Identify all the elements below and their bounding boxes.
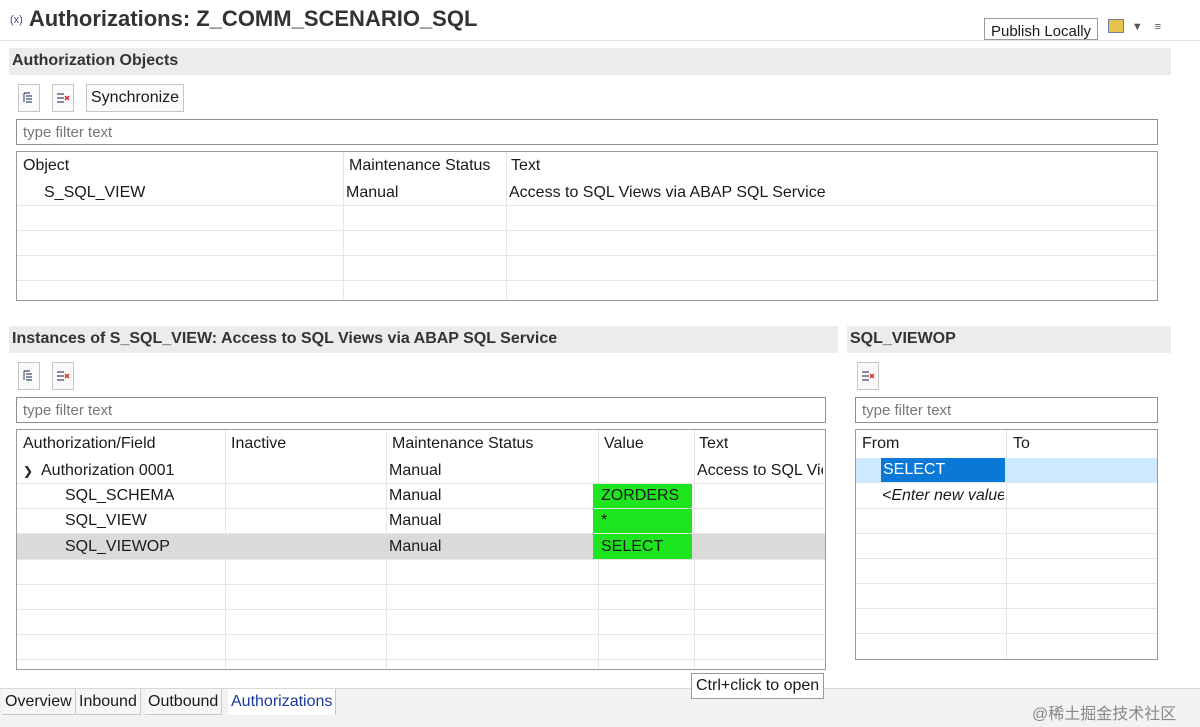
instances-table: Authorization/Field Inactive Maintenance… [16,429,826,670]
table-row[interactable] [856,609,1157,634]
col-header-text[interactable]: Text [511,152,540,180]
status-cell: Manual [389,537,442,555]
table-row[interactable]: SQL_VIEW Manual * [17,509,825,534]
remove-button[interactable] [52,362,74,390]
watermark: @稀土掘金技术社区 [1032,706,1177,723]
text-cell: Access to SQL Views via ABAP SQL Service [509,183,826,201]
table-row[interactable] [17,206,1157,231]
table-row[interactable] [856,509,1157,534]
table-row[interactable] [17,256,1157,281]
table-row[interactable]: ❯ Authorization 0001 Manual Access to SQL… [17,458,825,484]
col-header-value[interactable]: Value [604,430,644,458]
col-header-text[interactable]: Text [699,430,728,458]
table-row[interactable] [17,560,825,585]
table-row[interactable]: <Enter new value [856,483,1157,509]
table-row[interactable] [17,585,825,610]
col-header-from[interactable]: From [862,430,899,458]
synchronize-button[interactable]: Synchronize [86,84,185,112]
settings-icon[interactable] [1108,19,1124,34]
editor-toolbar-icons: ▼ ≡ [1108,17,1161,34]
remove-icon [57,93,70,103]
chevron-down-icon[interactable]: ❯ [23,464,33,478]
table-row[interactable]: S_SQL_VIEW Manual Access to SQL Views vi… [17,180,1157,206]
value-cell[interactable]: * [593,509,692,533]
status-cell: Manual [346,183,399,201]
text-cell: Access to SQL Vie [697,461,823,479]
table-row[interactable] [856,534,1157,559]
status-cell: Manual [389,512,442,529]
col-header-maintenance-status[interactable]: Maintenance Status [392,430,533,458]
remove-button[interactable] [52,84,74,112]
tooltip: Ctrl+click to open [691,673,825,699]
table-header-row: Object Maintenance Status Text [17,152,1157,180]
table-header-row: Authorization/Field Inactive Maintenance… [17,430,825,458]
from-value-cell[interactable]: SELECT [881,458,1005,482]
table-row[interactable] [17,231,1157,256]
table-row-selected[interactable]: SELECT [856,458,1157,483]
object-cell: S_SQL_VIEW [44,183,146,201]
remove-icon [57,371,70,381]
dropdown-icon[interactable]: ▼ [1132,21,1143,33]
instances-filter-input[interactable] [16,397,826,423]
authorization-tree-node[interactable]: ❯ Authorization 0001 [23,458,174,483]
instances-header: Instances of S_SQL_VIEW: Access to SQL V… [9,326,838,353]
row-name: Authorization 0001 [41,461,175,479]
expand-all-icon [23,370,32,381]
status-cell: Manual [389,487,442,504]
table-row[interactable] [856,559,1157,584]
remove-icon [862,371,875,381]
col-header-authorization-field[interactable]: Authorization/Field [23,430,156,458]
editor-tab-bar: Overview Inbound Outbound Authorizations [0,688,1200,727]
table-row-selected[interactable]: SQL_VIEWOP Manual SELECT [17,534,825,560]
field-name-cell: SQL_VIEWOP [65,537,170,555]
remove-button[interactable] [857,362,879,390]
new-value-input[interactable]: <Enter new value [882,483,1004,508]
table-row[interactable] [17,610,825,635]
editor-type-icon: (x) [10,14,23,27]
objects-filter-input[interactable] [16,119,1158,145]
expand-all-button[interactable] [18,362,40,390]
col-header-inactive[interactable]: Inactive [231,430,286,458]
values-filter-input[interactable] [855,397,1158,423]
value-cell[interactable]: ZORDERS [593,484,692,508]
col-header-maintenance-status[interactable]: Maintenance Status [349,152,490,180]
publish-locally-button[interactable]: Publish Locally [984,18,1098,40]
col-header-object[interactable]: Object [23,152,69,180]
objects-table: Object Maintenance Status Text S_SQL_VIE… [16,151,1158,301]
more-icon[interactable]: ≡ [1155,21,1161,33]
editor-title: (x) Authorizations: Z_COMM_SCENARIO_SQL [10,6,477,32]
value-cell[interactable]: SELECT [593,534,692,559]
field-values-header: SQL_VIEWOP [847,326,1171,353]
tab-outbound[interactable]: Outbound [145,689,223,715]
tab-authorizations[interactable]: Authorizations [228,689,337,715]
table-header-row: From To [856,430,1157,458]
expand-all-button[interactable] [18,84,40,112]
col-header-to[interactable]: To [1013,430,1030,458]
authorization-objects-header: Authorization Objects [9,48,1171,75]
table-row[interactable] [856,584,1157,609]
table-row[interactable]: SQL_SCHEMA Manual ZORDERS [17,484,825,509]
editor-title-text: Authorizations: Z_COMM_SCENARIO_SQL [28,6,478,31]
table-row[interactable] [17,635,825,660]
status-cell: Manual [389,461,442,479]
tab-overview[interactable]: Overview [2,689,76,715]
field-name-cell: SQL_SCHEMA [65,487,175,504]
tab-inbound[interactable]: Inbound [76,689,141,715]
title-divider [0,40,1200,41]
expand-all-icon [23,92,32,103]
field-name-cell: SQL_VIEW [65,512,147,529]
values-table: From To SELECT <Enter new value [855,429,1158,660]
